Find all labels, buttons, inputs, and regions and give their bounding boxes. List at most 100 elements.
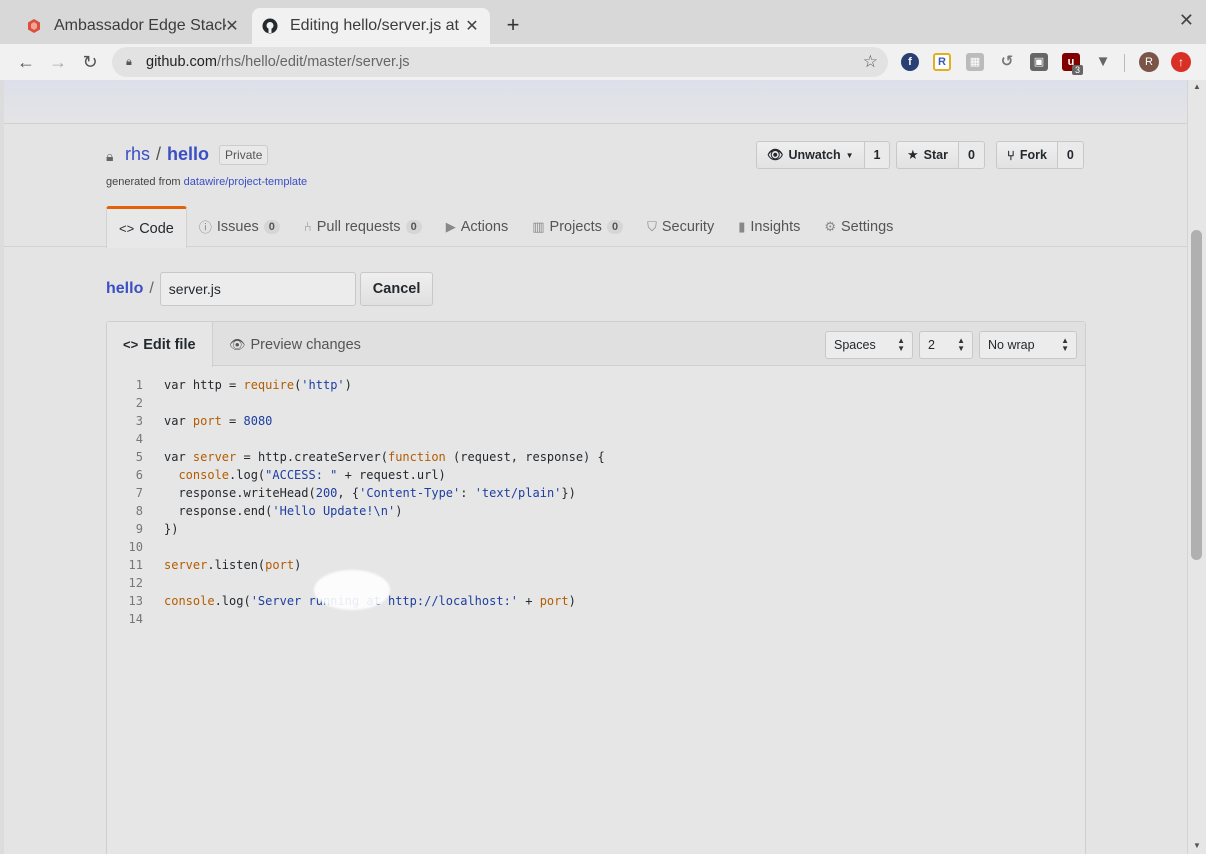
r-extension-icon[interactable]: R: [933, 53, 951, 71]
page-scrollbar[interactable]: ▲ ▼: [1187, 80, 1206, 854]
code-line[interactable]: 4: [107, 430, 1085, 448]
code-line[interactable]: 10: [107, 538, 1085, 556]
line-number: 10: [128, 540, 143, 554]
line-content: [143, 610, 164, 628]
code-line[interactable]: 7 response.writeHead(200, {'Content-Type…: [107, 484, 1085, 502]
updown-arrow-icon: ▲ ▼: [957, 336, 965, 353]
repo-name-link[interactable]: hello: [167, 144, 209, 165]
code-line[interactable]: 12: [107, 574, 1085, 592]
indent-size-select[interactable]: 2 ▲ ▼: [919, 331, 973, 359]
back-arrow-icon[interactable]: ←: [14, 50, 38, 74]
repo-header: 🔒︎ rhs / hello Private generated from da…: [4, 124, 1187, 248]
line-content: var http = require('http'): [164, 378, 352, 392]
github-icon: [262, 18, 278, 34]
line-number: 11: [128, 558, 143, 572]
code-line[interactable]: 8 response.end('Hello Update!\n'): [107, 502, 1085, 520]
browser-tab-github[interactable]: Editing hello/server.js at m ✕: [252, 8, 490, 44]
image-extension-icon[interactable]: ▣: [1030, 53, 1048, 71]
scroll-up-icon[interactable]: ▲: [1193, 82, 1201, 91]
fork-button[interactable]: ⑂ Fork: [996, 141, 1058, 169]
code-area[interactable]: 1 var http = require('http') 2 3 var port = …: [107, 376, 1085, 628]
history-extension-icon[interactable]: ↺: [998, 53, 1016, 71]
tab-settings[interactable]: ⚙ Settings: [812, 206, 905, 247]
vue-extension-icon[interactable]: ▼: [1094, 53, 1112, 71]
code-line[interactable]: 14: [107, 610, 1085, 628]
line-number: 4: [135, 432, 143, 446]
new-tab-icon[interactable]: +: [502, 12, 524, 38]
window-close-icon[interactable]: ✕: [1179, 10, 1194, 31]
code-line[interactable]: 2: [107, 394, 1085, 412]
projects-counter: 0: [606, 219, 624, 234]
unwatch-button[interactable]: 👁︎ Unwatch ▼: [756, 141, 865, 169]
lock-icon: 🔒︎: [106, 147, 114, 164]
file-editor: <> Edit file 👁︎ Preview changes Spaces ▲ ▼ 2…: [106, 321, 1086, 854]
line-number: 13: [128, 594, 143, 608]
tab-label: Projects: [549, 218, 602, 235]
code-line[interactable]: 1 var http = require('http'): [107, 376, 1085, 394]
fedora-extension-icon[interactable]: f: [901, 53, 919, 71]
scroll-thumb[interactable]: [1191, 230, 1202, 560]
select-value: Spaces: [834, 338, 876, 352]
code-line[interactable]: 9}): [107, 520, 1085, 538]
cancel-button[interactable]: Cancel: [359, 272, 434, 306]
update-icon[interactable]: ↑: [1171, 52, 1191, 72]
tab-pull-requests[interactable]: ⑃ Pull requests 0: [292, 206, 434, 247]
line-number: 6: [135, 468, 143, 482]
code-line[interactable]: 13 console.log('Server running at http://…: [107, 592, 1085, 610]
close-tab-icon[interactable]: ✕: [222, 16, 242, 36]
code-line[interactable]: 11 server.listen(port): [107, 556, 1085, 574]
template-link[interactable]: datawire/project-template: [184, 176, 308, 188]
line-number: 12: [128, 576, 143, 590]
project-icon: ▥: [532, 218, 545, 234]
star-button[interactable]: ★ Star: [896, 141, 959, 169]
tab-edit-file[interactable]: <> Edit file: [107, 322, 213, 367]
wrap-mode-select[interactable]: No wrap ▲ ▼: [979, 331, 1077, 359]
editor-header: <> Edit file 👁︎ Preview changes Spaces ▲ ▼ 2…: [107, 322, 1085, 367]
graph-icon: ▮: [738, 218, 746, 234]
star-count[interactable]: 0: [958, 141, 985, 169]
browser-toolbar: ← → ↻ 🔒︎ github.com/rhs/hello/edit/maste…: [0, 44, 1206, 80]
breadcrumb-root-link[interactable]: hello: [106, 280, 143, 298]
tab-label: Preview changes: [250, 336, 361, 353]
forward-arrow-icon[interactable]: →: [46, 50, 70, 74]
lock-icon: 🔒︎: [126, 56, 132, 68]
bookmark-star-icon[interactable]: ☆: [863, 52, 878, 72]
url-host: github.com: [146, 54, 217, 70]
filename-input[interactable]: [159, 272, 356, 306]
url-path: /rhs/hello/edit/master/server.js: [216, 54, 410, 70]
repo-separator: /: [156, 144, 162, 164]
line-content: console.log("ACCESS: " + request.url): [178, 468, 446, 482]
repo-title: 🔒︎ rhs / hello Private: [106, 144, 269, 165]
tab-actions[interactable]: ▶ Actions: [434, 206, 521, 247]
tab-issues[interactable]: ⓘ Issues 0: [187, 206, 292, 247]
tab-label: Edit file: [143, 336, 196, 353]
star-group: ★ Star 0: [896, 141, 985, 169]
repo-owner-link[interactable]: rhs: [125, 144, 150, 165]
close-tab-icon[interactable]: ✕: [462, 16, 482, 36]
code-line[interactable]: 6 console.log("ACCESS: " + request.url): [107, 466, 1085, 484]
play-icon: ▶: [445, 218, 456, 234]
extension-badge: 3: [1072, 65, 1084, 75]
code-line[interactable]: 3 var port = 8080: [107, 412, 1085, 430]
private-badge: Private: [219, 144, 269, 165]
page-viewport: 🔒︎ rhs / hello Private generated from da…: [4, 80, 1187, 854]
line-number: 2: [135, 396, 143, 410]
tab-projects[interactable]: ▥ Projects 0: [520, 206, 635, 247]
scroll-down-icon[interactable]: ▼: [1193, 841, 1201, 850]
tab-security[interactable]: ⛉ Security: [635, 206, 726, 247]
tab-insights[interactable]: ▮ Insights: [726, 206, 812, 247]
code-line[interactable]: 5 var server = http.createServer(function…: [107, 448, 1085, 466]
grid-extension-icon[interactable]: ▦: [966, 53, 984, 71]
tab-preview-changes[interactable]: 👁︎ Preview changes: [213, 322, 377, 367]
caret-down-icon: ▼: [845, 150, 854, 160]
address-bar[interactable]: 🔒︎ github.com/rhs/hello/edit/master/serv…: [112, 47, 888, 77]
fork-count[interactable]: 0: [1057, 141, 1084, 169]
fork-icon: ⑂: [1007, 147, 1015, 163]
line-number: 7: [135, 486, 143, 500]
indent-mode-select[interactable]: Spaces ▲ ▼: [825, 331, 913, 359]
profile-avatar[interactable]: R: [1139, 52, 1159, 72]
watch-count[interactable]: 1: [864, 141, 891, 169]
tab-code[interactable]: <> Code: [106, 206, 187, 248]
browser-tab-ambassador[interactable]: Ambassador Edge Stack E ✕: [14, 8, 250, 44]
reload-icon[interactable]: ↻: [78, 50, 102, 74]
